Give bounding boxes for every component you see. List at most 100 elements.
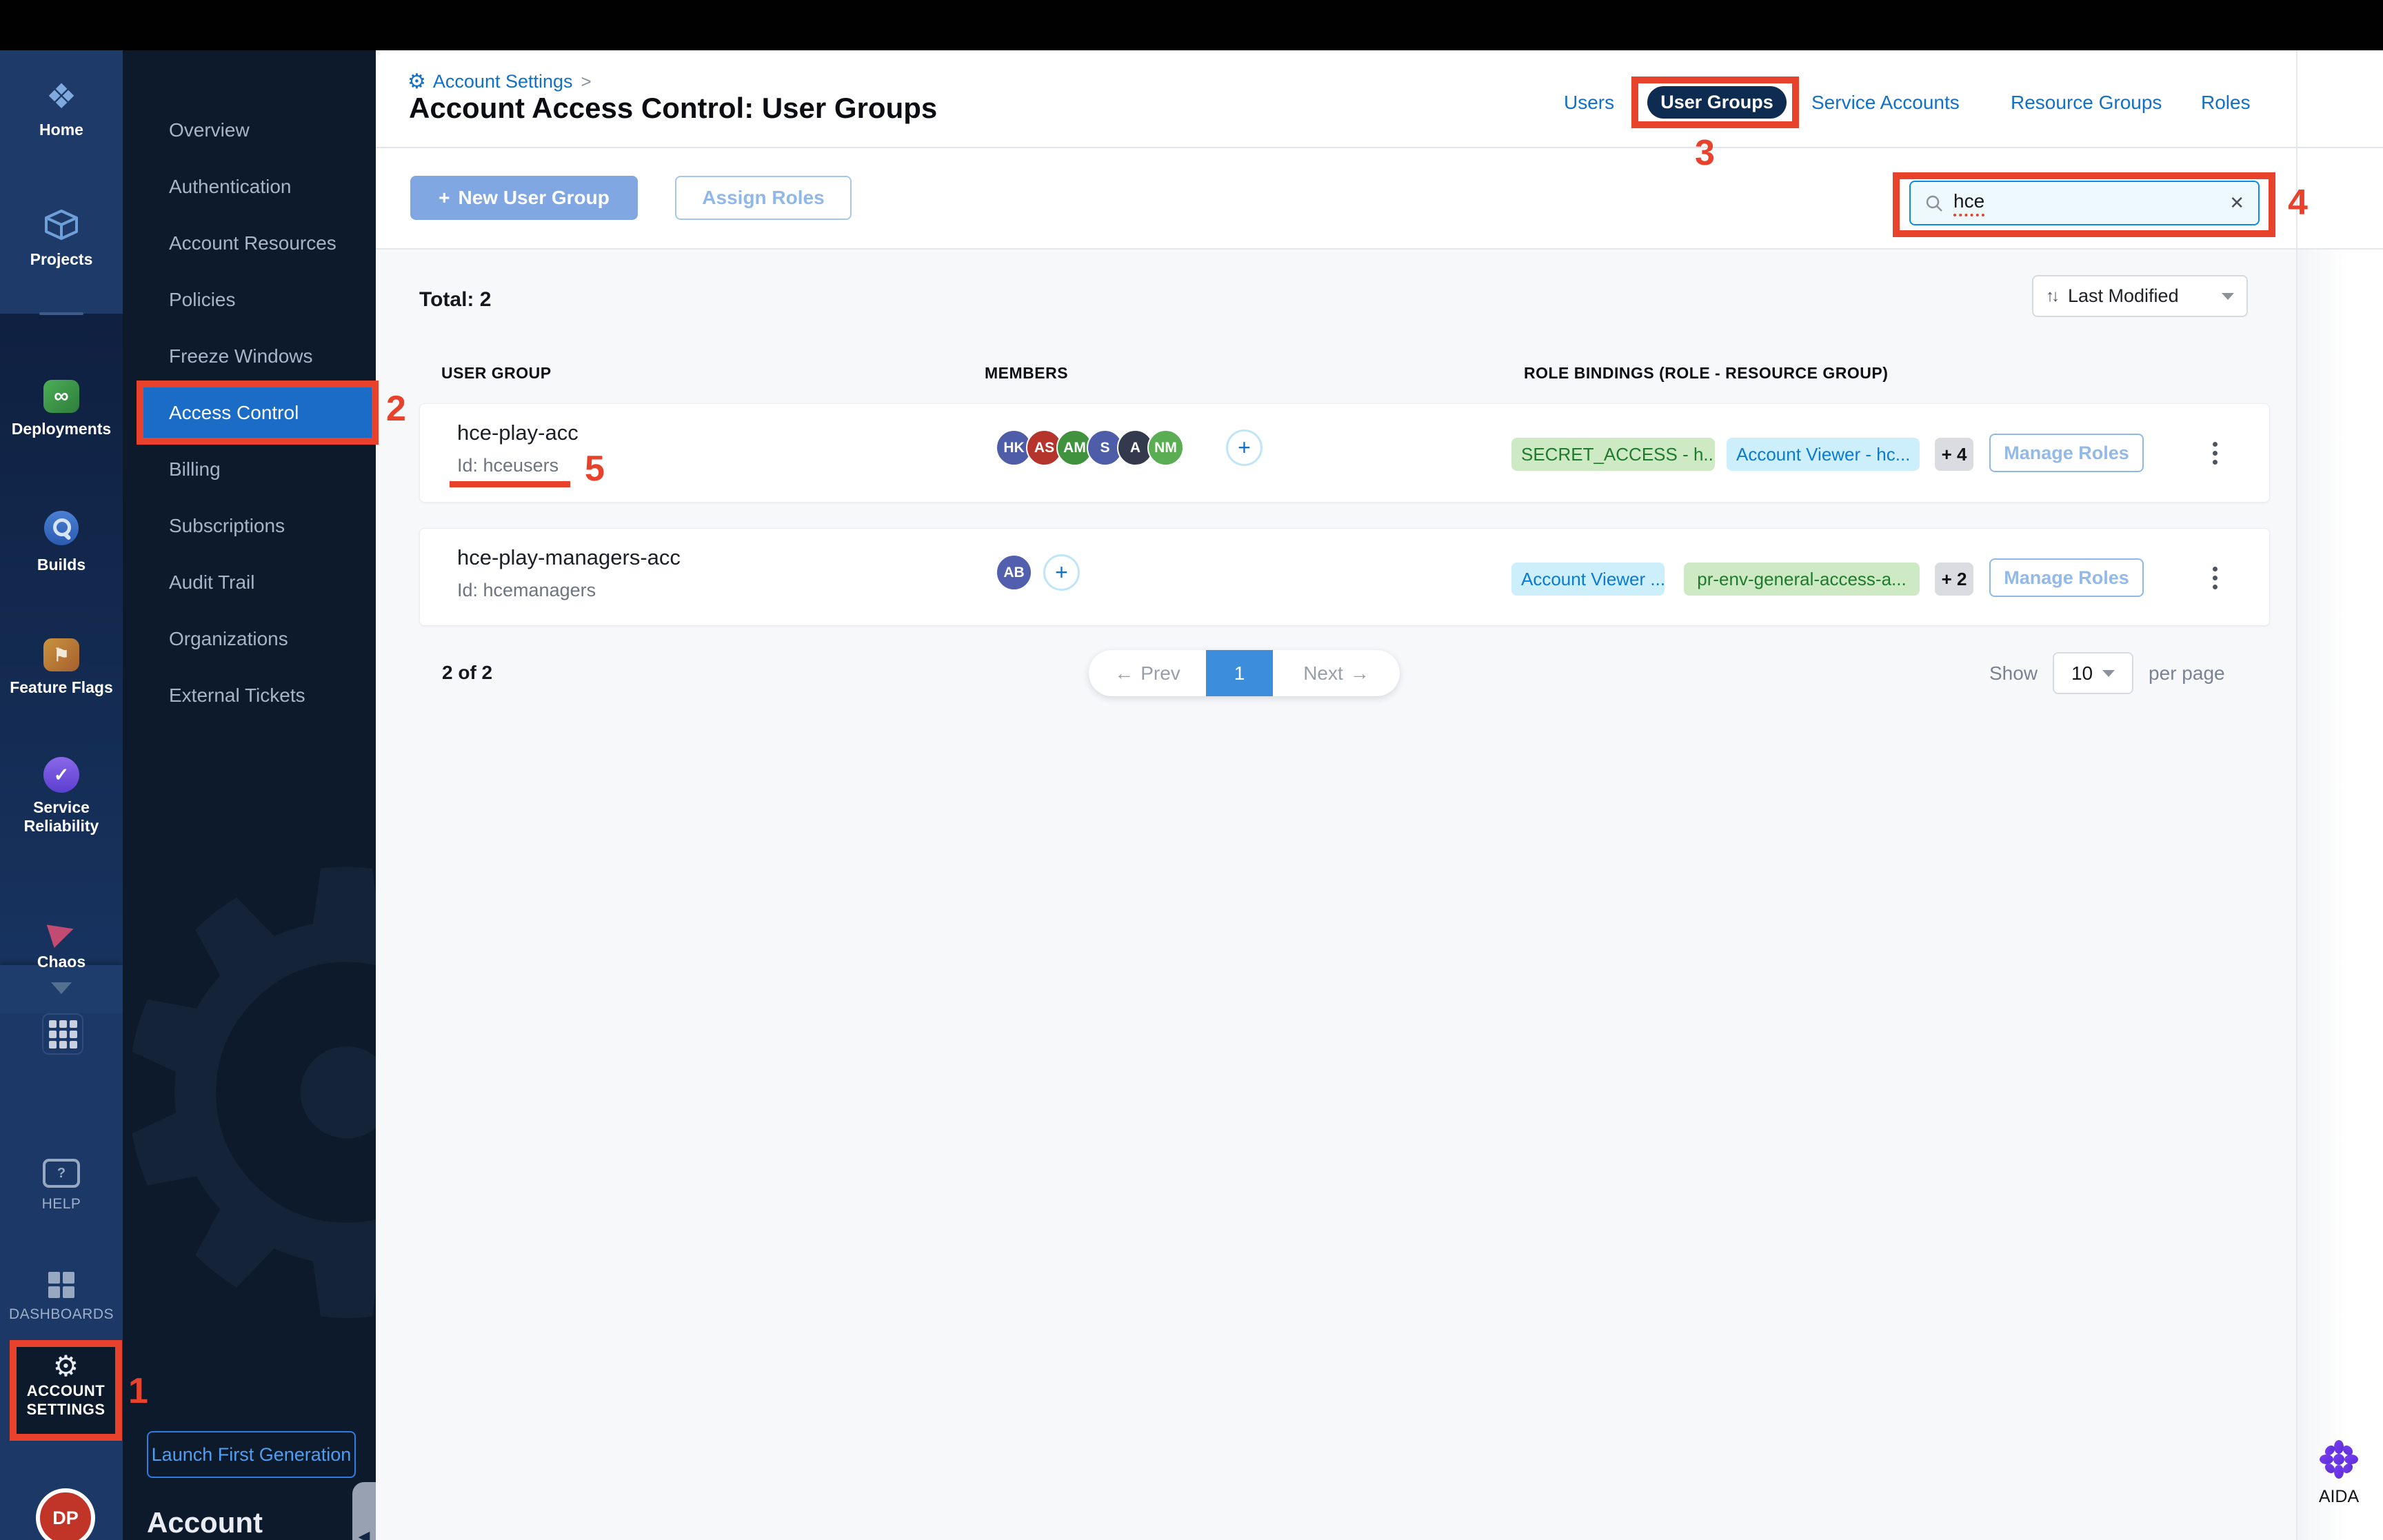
menu-item-subscriptions[interactable]: Subscriptions <box>123 498 376 554</box>
clear-search-icon[interactable]: ✕ <box>2229 192 2244 214</box>
sidebar-item-help[interactable]: ? HELP <box>0 1159 123 1213</box>
table-row[interactable]: hce-play-managers-acc Id: hcemanagers AB… <box>419 528 2270 626</box>
sort-icon: ↑↓ <box>2046 286 2060 305</box>
tab-service-accounts[interactable]: Service Accounts <box>1811 92 1960 115</box>
breadcrumb-link[interactable]: Account Settings <box>433 71 573 92</box>
sidebar-collapse-handle[interactable]: ◀ <box>352 1482 376 1540</box>
menu-item-account-resources[interactable]: Account Resources <box>123 215 376 272</box>
row-menu-icon[interactable] <box>2201 556 2229 599</box>
menu-item-audit-trail[interactable]: Audit Trail <box>123 554 376 611</box>
next-page-button[interactable]: Next → <box>1273 650 1400 696</box>
module-picker-button[interactable] <box>42 1013 83 1055</box>
projects-icon <box>43 207 80 242</box>
menu-item-external-tickets[interactable]: External Tickets <box>123 667 376 724</box>
add-member-button[interactable]: + <box>1226 429 1263 466</box>
sidebar-item-service-reliability[interactable]: ✓ Service Reliability <box>0 757 123 835</box>
service-reliability-icon: ✓ <box>43 757 79 793</box>
row-menu-icon[interactable] <box>2201 432 2229 474</box>
role-binding-badge: Account Viewer ... <box>1511 563 1665 596</box>
rail-expand-modules[interactable] <box>0 982 123 997</box>
arrow-left-icon: ← <box>1114 662 1134 684</box>
row-count: 2 of 2 <box>442 662 493 683</box>
more-bindings-badge: + 4 <box>1935 438 1973 471</box>
sort-dropdown[interactable]: ↑↓ Last Modified <box>2032 275 2248 317</box>
chevron-down-icon <box>2222 292 2234 300</box>
user-group-name[interactable]: hce-play-acc <box>457 421 579 445</box>
menu-item-authentication[interactable]: Authentication <box>123 159 376 215</box>
settings-menu: Overview Authentication Account Resource… <box>123 102 376 724</box>
next-label: Next <box>1303 662 1343 684</box>
menu-item-policies[interactable]: Policies <box>123 272 376 328</box>
dashboards-icon <box>48 1272 74 1298</box>
prev-page-button[interactable]: ← Prev <box>1089 650 1206 696</box>
sidebar-item-label: DASHBOARDS <box>8 1306 114 1322</box>
sidebar-item-deployments[interactable]: ∞ Deployments <box>0 380 123 438</box>
sidebar-item-account-settings[interactable]: ⚙ ACCOUNT SETTINGS <box>10 1340 122 1441</box>
sidebar-item-label: HELP <box>41 1196 81 1212</box>
column-header-user-group: USER GROUP <box>441 364 552 382</box>
sort-label: Last Modified <box>2068 285 2179 306</box>
sidebar-item-projects[interactable]: Projects <box>0 207 123 269</box>
page-size-select[interactable]: 10 <box>2053 652 2134 694</box>
user-group-id: Id: hcemanagers <box>457 580 596 600</box>
menu-item-organizations[interactable]: Organizations <box>123 611 376 667</box>
sidebar-item-label: Deployments <box>11 420 112 438</box>
table-row[interactable]: hce-play-acc Id: hceusers HK AS AM S A NM + S… <box>419 403 2270 503</box>
new-user-group-button[interactable]: + New User Group <box>410 176 638 220</box>
account-settings-sidebar: ⚙ Overview Authentication Account Resour… <box>123 50 376 1540</box>
tab-roles[interactable]: Roles <box>2201 92 2251 115</box>
builds-icon <box>44 511 79 545</box>
sidebar-item-label: Projects <box>30 250 93 268</box>
manage-roles-button[interactable]: Manage Roles <box>1989 434 2144 472</box>
menu-item-freeze-windows[interactable]: Freeze Windows <box>123 328 376 385</box>
breadcrumb[interactable]: ⚙ Account Settings > <box>408 70 592 94</box>
tab-users[interactable]: Users <box>1564 92 1614 115</box>
gear-watermark-icon: ⚙ <box>123 795 376 1401</box>
chaos-icon: ▶ <box>44 909 79 951</box>
tab-resource-groups[interactable]: Resource Groups <box>2011 92 2162 115</box>
rail-divider <box>39 312 83 315</box>
gear-icon: ⚙ <box>52 1350 79 1382</box>
user-group-name[interactable]: hce-play-managers-acc <box>457 545 681 570</box>
sidebar-footer-title: Account Settings <box>147 1506 263 1540</box>
sidebar-item-dashboards[interactable]: DASHBOARDS <box>0 1272 123 1324</box>
sidebar-item-feature-flags[interactable]: ⚑ Feature Flags <box>0 638 123 697</box>
assign-roles-button[interactable]: Assign Roles <box>675 176 852 220</box>
role-binding-badge: pr-env-general-access-a... <box>1684 563 1920 596</box>
gear-icon: ⚙ <box>408 70 426 93</box>
sidebar-item-label: ACCOUNT <box>26 1382 105 1399</box>
menu-item-overview[interactable]: Overview <box>123 102 376 159</box>
page-size-control: Show 10 per page <box>1989 650 2225 696</box>
right-gutter <box>2297 250 2383 1540</box>
column-header-role-bindings: ROLE BINDINGS (ROLE - RESOURCE GROUP) <box>1524 364 1889 382</box>
home-icon: ❖ <box>46 77 77 116</box>
sidebar-item-home[interactable]: ❖ Home <box>0 79 123 139</box>
per-page-label: per page <box>2149 662 2225 684</box>
sidebar-item-label: Service Reliability <box>23 798 99 835</box>
prev-label: Prev <box>1140 662 1180 684</box>
search-input[interactable]: hce ✕ <box>1909 181 2260 225</box>
menu-item-billing[interactable]: Billing <box>123 441 376 498</box>
members-avatars: HK AS AM S A NM <box>996 429 1184 466</box>
content-right-border <box>2296 50 2297 1540</box>
arrow-right-icon: → <box>1349 662 1369 684</box>
sidebar-item-chaos[interactable]: ▶ Chaos <box>0 909 123 971</box>
page-number-current[interactable]: 1 <box>1206 650 1273 696</box>
sidebar-item-builds[interactable]: Builds <box>0 511 123 574</box>
page-title: Account Access Control: User Groups <box>409 92 938 124</box>
aida-assistant-button[interactable]: AIDA <box>2311 1439 2366 1507</box>
member-avatar: NM <box>1147 429 1184 466</box>
aida-label: AIDA <box>2318 1487 2360 1506</box>
members-avatars: AB <box>996 554 1032 591</box>
sidebar-item-label: Chaos <box>37 953 86 971</box>
add-member-button[interactable]: + <box>1043 554 1080 591</box>
launch-first-generation-button[interactable]: Launch First Generation <box>147 1431 356 1478</box>
menu-item-access-control[interactable]: Access Control <box>143 385 373 441</box>
show-label: Show <box>1989 662 2038 684</box>
grid-icon <box>48 1020 77 1048</box>
plus-icon: + <box>439 187 450 208</box>
breadcrumb-separator-icon: > <box>581 71 592 92</box>
manage-roles-button[interactable]: Manage Roles <box>1989 558 2144 597</box>
collapse-icon: ◀ <box>358 1527 370 1540</box>
tab-user-groups[interactable]: User Groups <box>1647 86 1787 119</box>
